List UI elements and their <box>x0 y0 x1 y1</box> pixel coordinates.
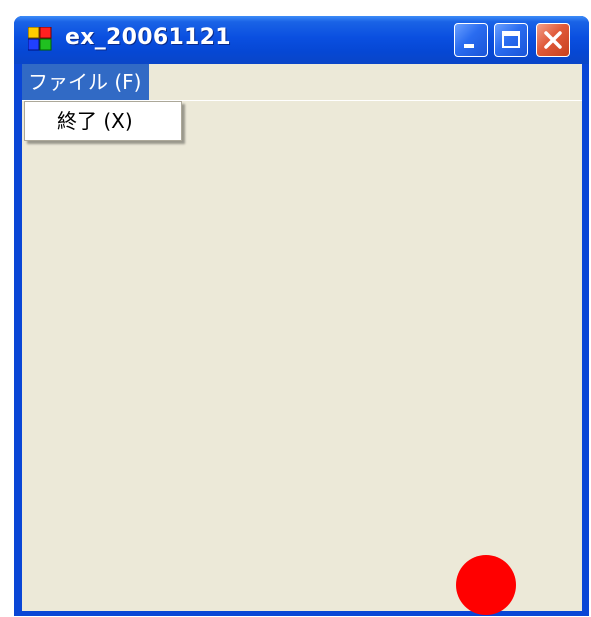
menu-bar: ファイル (F) <box>22 64 582 100</box>
window-title: ex_20061121 <box>65 25 231 50</box>
client-area: ファイル (F) 終了 (X) <box>22 64 582 615</box>
maximize-icon <box>502 31 520 48</box>
title-bar[interactable]: ex_20061121 <box>14 16 589 64</box>
minimize-icon <box>464 44 474 48</box>
menu-item-exit[interactable]: 終了 (X) <box>25 102 181 140</box>
close-icon <box>544 31 562 49</box>
red-ball <box>456 555 516 615</box>
close-button[interactable] <box>536 23 570 57</box>
app-window: ex_20061121 ファイル (F) 終了 (X) <box>14 16 589 616</box>
file-menu-dropdown: 終了 (X) <box>24 101 182 141</box>
maximize-button[interactable] <box>494 23 528 57</box>
minimize-button[interactable] <box>454 23 488 57</box>
app-icon[interactable] <box>27 26 52 51</box>
menu-file[interactable]: ファイル (F) <box>22 64 149 100</box>
